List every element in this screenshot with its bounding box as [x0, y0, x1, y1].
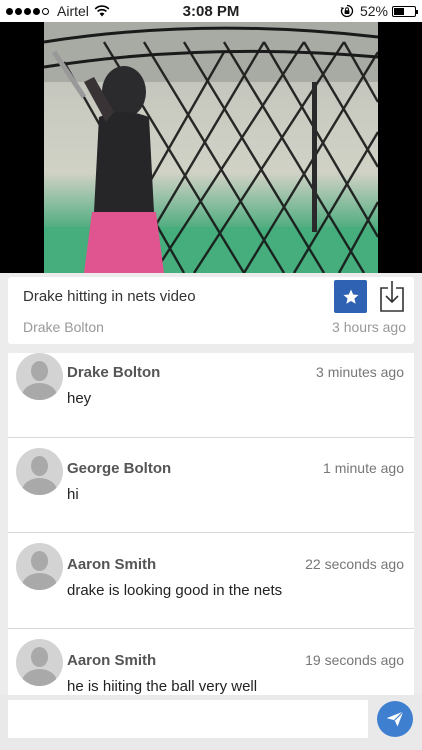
comment-text: hey	[67, 390, 92, 407]
comment-composer	[0, 695, 422, 750]
video-posted-time: 3 hours ago	[332, 319, 406, 335]
comment-item: Aaron Smith 22 seconds ago drake is look…	[8, 533, 414, 629]
video-thumbnail[interactable]	[44, 22, 378, 273]
send-button[interactable]	[377, 701, 413, 737]
comment-item: Drake Bolton 3 minutes ago hey	[8, 353, 414, 438]
rotation-lock-icon	[340, 4, 354, 18]
battery-level-fill	[394, 7, 405, 15]
download-button[interactable]	[379, 280, 405, 313]
avatar[interactable]	[16, 639, 63, 686]
comment-time: 1 minute ago	[323, 460, 404, 476]
battery-icon	[392, 5, 418, 17]
comment-text: drake is looking good in the nets	[67, 582, 283, 599]
download-icon	[380, 281, 404, 312]
comment-text: he is hiiting the ball very well	[67, 678, 258, 695]
comment-author[interactable]: Aaron Smith	[67, 652, 156, 669]
comment-time: 19 seconds ago	[305, 652, 404, 668]
avatar[interactable]	[16, 448, 63, 495]
comment-input[interactable]	[8, 700, 368, 738]
video-title: Drake hitting in nets video	[23, 288, 196, 305]
video-player[interactable]	[0, 22, 422, 273]
comment-text: hi	[67, 486, 79, 503]
paper-plane-icon	[386, 711, 404, 727]
comment-time: 22 seconds ago	[305, 556, 404, 572]
video-frame-image	[44, 22, 378, 273]
favorite-button[interactable]	[334, 280, 367, 313]
battery-percent: 52%	[359, 3, 388, 19]
status-right: 52%	[340, 3, 418, 19]
comment-item: George Bolton 1 minute ago hi	[8, 438, 414, 533]
comment-author[interactable]: Drake Bolton	[67, 364, 160, 381]
comment-author[interactable]: George Bolton	[67, 460, 171, 477]
status-bar: Airtel 3:08 PM 52%	[0, 0, 422, 22]
video-author[interactable]: Drake Bolton	[23, 319, 104, 335]
comment-item: Aaron Smith 19 seconds ago he is hiiting…	[8, 629, 414, 695]
star-icon	[343, 289, 358, 304]
video-info-card: Drake hitting in nets video Drake Bolton…	[8, 277, 414, 344]
avatar[interactable]	[16, 353, 63, 400]
comment-author[interactable]: Aaron Smith	[67, 556, 156, 573]
comment-time: 3 minutes ago	[316, 364, 404, 380]
avatar[interactable]	[16, 543, 63, 590]
comments-list[interactable]: Drake Bolton 3 minutes ago hey George Bo…	[8, 353, 414, 695]
